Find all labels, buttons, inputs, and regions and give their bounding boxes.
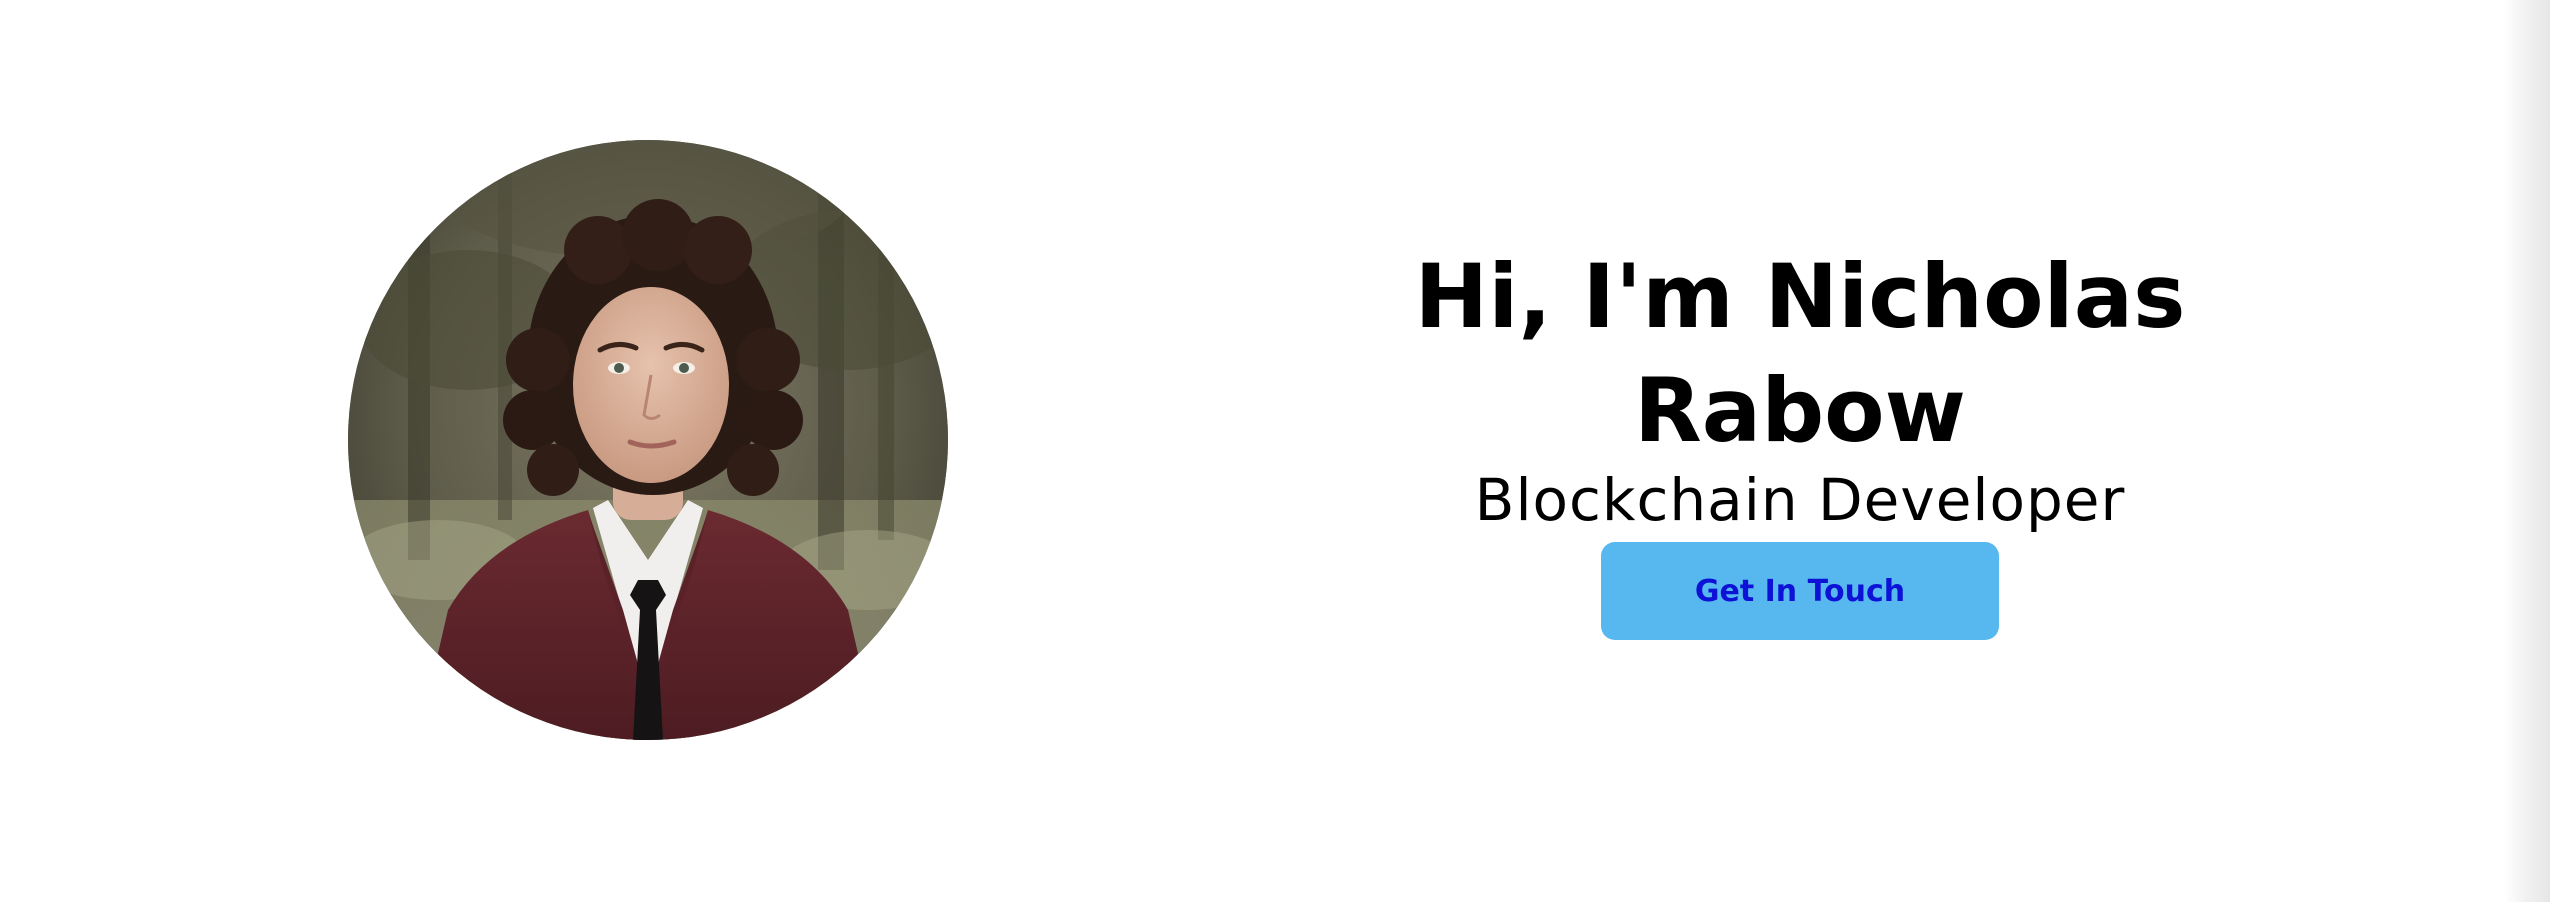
profile-photo: [348, 140, 948, 740]
job-title: Blockchain Developer: [1474, 466, 2126, 534]
hero-section: Hi, I'm Nicholas Rabow Blockchain Develo…: [0, 0, 2504, 902]
scrollbar-track: [2504, 0, 2550, 902]
page: Hi, I'm Nicholas Rabow Blockchain Develo…: [0, 0, 2550, 902]
intro-block: Hi, I'm Nicholas Rabow Blockchain Develo…: [1380, 240, 2220, 640]
page-title: Hi, I'm Nicholas Rabow: [1414, 245, 2186, 462]
cta-wrapper: Get In Touch: [1380, 542, 2220, 640]
get-in-touch-button[interactable]: Get In Touch: [1601, 542, 1999, 640]
